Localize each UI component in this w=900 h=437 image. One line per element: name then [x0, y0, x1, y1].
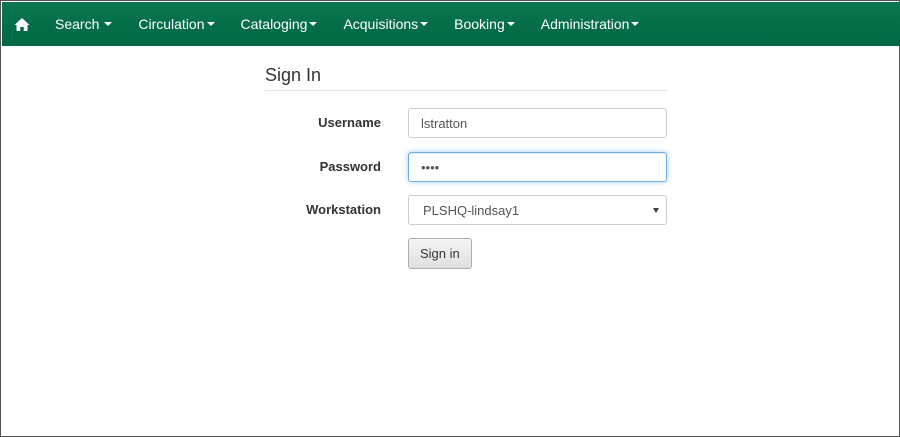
- nav-menu-circulation[interactable]: Circulation: [125, 2, 227, 46]
- workstation-select[interactable]: PLSHQ-lindsay1: [408, 195, 667, 225]
- app-frame: Search Circulation Cataloging Acquisitio…: [0, 0, 900, 437]
- nav-menu-cataloging[interactable]: Cataloging: [228, 2, 331, 46]
- nav-menu-label: Search: [55, 16, 100, 32]
- page-title: Sign In: [265, 65, 668, 91]
- dropdown-arrow-icon: [653, 208, 659, 213]
- nav-menu-administration[interactable]: Administration: [528, 2, 653, 46]
- sign-in-button[interactable]: Sign in: [408, 238, 472, 269]
- workstation-row: Workstation PLSHQ-lindsay1: [265, 195, 668, 225]
- caret-down-icon: [631, 22, 640, 26]
- username-label: Username: [318, 115, 381, 130]
- username-input[interactable]: [408, 108, 667, 138]
- nav-menu-booking[interactable]: Booking: [441, 2, 528, 46]
- workstation-selected-value: PLSHQ-lindsay1: [423, 203, 520, 218]
- caret-down-icon: [104, 22, 113, 26]
- nav-menu-label: Cataloging: [240, 16, 308, 32]
- nav-menu-acquisitions[interactable]: Acquisitions: [330, 2, 441, 46]
- caret-down-icon: [506, 22, 515, 26]
- workstation-label: Workstation: [306, 202, 381, 217]
- signin-panel: Sign In Username Password Workstation PL…: [265, 65, 668, 269]
- home-icon: [14, 17, 30, 31]
- caret-down-icon: [206, 22, 215, 26]
- nav-menu-label: Acquisitions: [343, 16, 419, 32]
- caret-down-icon: [309, 22, 318, 26]
- nav-menu-label: Circulation: [138, 16, 205, 32]
- caret-down-icon: [420, 22, 429, 26]
- top-navbar: Search Circulation Cataloging Acquisitio…: [2, 2, 900, 46]
- password-input[interactable]: [408, 152, 667, 182]
- password-label: Password: [319, 159, 381, 174]
- home-button[interactable]: [2, 2, 42, 46]
- username-row: Username: [265, 108, 668, 138]
- nav-menu-label: Booking: [454, 16, 505, 32]
- nav-menu-search[interactable]: Search: [42, 2, 125, 46]
- password-row: Password: [265, 152, 668, 182]
- nav-menu-label: Administration: [540, 16, 630, 32]
